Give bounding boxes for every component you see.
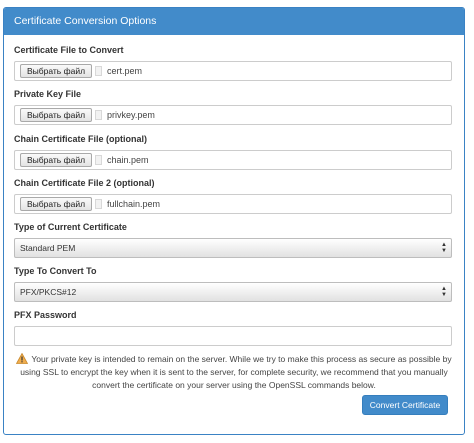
choose-file-button[interactable]: Выбрать файл (20, 108, 93, 122)
warning-icon (16, 353, 29, 364)
conversion-options-panel: Certificate Conversion Options Certifica… (3, 7, 465, 435)
selected-file-name: fullchain.pem (107, 199, 161, 209)
current-type-value: Standard PEM (20, 243, 76, 253)
convert-to-field: Type To Convert To PFX/PKCS#12 ▲ ▼ (14, 264, 452, 302)
certificate-file-field: Certificate File to Convert Выбрать файл… (14, 43, 452, 81)
convert-to-label: Type To Convert To (14, 266, 97, 276)
file-icon (95, 66, 102, 76)
chain-certificate-file-label: Chain Certificate File (optional) (14, 134, 148, 144)
warning-text-1: Your private key is intended to remain o… (31, 354, 452, 364)
warning-text-2: using SSL to encrypt the key when it is … (20, 367, 448, 377)
chain-certificate-file-field: Chain Certificate File (optional) Выбрат… (14, 132, 452, 170)
convert-certificate-button[interactable]: Convert Certificate (362, 395, 448, 415)
current-type-select[interactable]: Standard PEM ▲ ▼ (14, 238, 452, 258)
private-key-file-input[interactable]: Выбрать файл privkey.pem (14, 105, 452, 125)
certificate-file-input[interactable]: Выбрать файл cert.pem (14, 61, 452, 81)
chain-certificate-file-input[interactable]: Выбрать файл chain.pem (14, 150, 452, 170)
select-arrows-icon: ▲ ▼ (441, 242, 447, 254)
security-warning: Your private key is intended to remain o… (14, 353, 454, 392)
panel-title: Certificate Conversion Options (4, 8, 464, 35)
private-key-file-field: Private Key File Выбрать файл privkey.pe… (14, 87, 452, 125)
pfx-password-input[interactable] (14, 326, 452, 346)
pfx-password-field: PFX Password (14, 308, 452, 346)
current-type-field: Type of Current Certificate Standard PEM… (14, 220, 452, 258)
chain-certificate-2-file-input[interactable]: Выбрать файл fullchain.pem (14, 194, 452, 214)
selected-file-name: chain.pem (107, 155, 149, 165)
file-icon (95, 199, 102, 209)
warning-line-1: Your private key is intended to remain o… (14, 353, 454, 366)
warning-text-3: convert the certificate on your server u… (92, 380, 376, 390)
pfx-password-label: PFX Password (14, 310, 77, 320)
choose-file-button[interactable]: Выбрать файл (20, 64, 93, 78)
select-arrows-icon: ▲ ▼ (441, 286, 447, 298)
current-type-label: Type of Current Certificate (14, 222, 127, 232)
choose-file-button[interactable]: Выбрать файл (20, 197, 93, 211)
chain-certificate-2-file-label: Chain Certificate File 2 (optional) (14, 178, 155, 188)
choose-file-button[interactable]: Выбрать файл (20, 153, 93, 167)
convert-to-select[interactable]: PFX/PKCS#12 ▲ ▼ (14, 282, 452, 302)
file-icon (95, 110, 102, 120)
selected-file-name: privkey.pem (107, 110, 155, 120)
chain-certificate-2-file-field: Chain Certificate File 2 (optional) Выбр… (14, 176, 452, 214)
convert-to-value: PFX/PKCS#12 (20, 287, 77, 297)
selected-file-name: cert.pem (107, 66, 143, 76)
file-icon (95, 155, 102, 165)
certificate-file-label: Certificate File to Convert (14, 45, 124, 55)
private-key-file-label: Private Key File (14, 89, 82, 99)
